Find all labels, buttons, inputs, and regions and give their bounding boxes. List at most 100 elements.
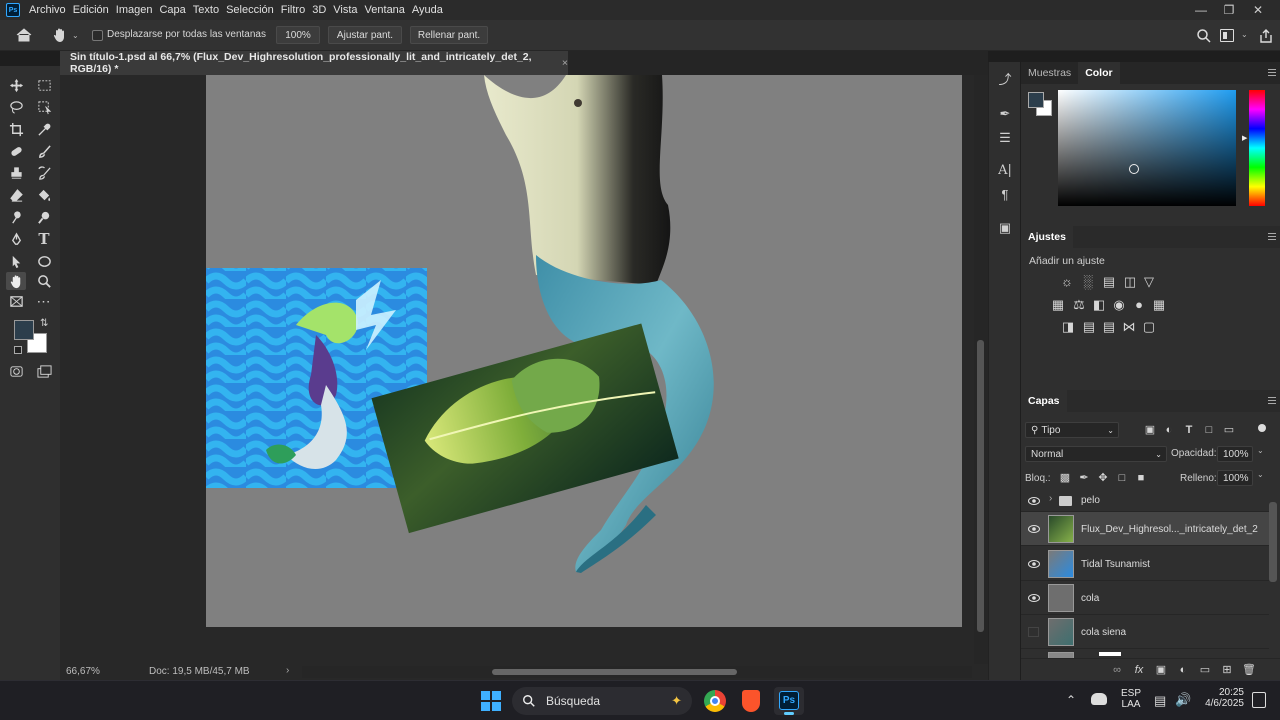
threshold-adjust-icon[interactable]: ▤	[1101, 320, 1117, 334]
tab-swatches[interactable]: Muestras	[1021, 62, 1078, 84]
menu-edicion[interactable]: Edición	[72, 0, 115, 20]
scroll-all-checkbox[interactable]	[92, 30, 103, 41]
eraser-tool-icon[interactable]	[6, 186, 26, 204]
link-layers-icon[interactable]: ∞	[1109, 663, 1125, 677]
adjustments-menu-icon[interactable]	[1268, 233, 1276, 240]
filter-shape-icon[interactable]: □	[1201, 423, 1217, 437]
gradient-map-icon[interactable]: ▢	[1141, 320, 1157, 334]
share-icon[interactable]	[1258, 28, 1274, 44]
scroll-thumb[interactable]	[977, 340, 984, 632]
tab-capas[interactable]: Capas	[1021, 390, 1067, 412]
color-balance-icon[interactable]: ⚖	[1071, 298, 1087, 312]
paint-bucket-icon[interactable]	[34, 186, 54, 204]
quick-mask-icon[interactable]	[6, 362, 26, 380]
lock-artboard-icon[interactable]: □	[1114, 471, 1130, 485]
tray-overflow-icon[interactable]: ⌃	[1066, 693, 1076, 707]
layer-row-cola-siena[interactable]: cola siena	[1021, 615, 1269, 649]
restore-icon[interactable]: ❐	[1214, 0, 1244, 20]
black-white-icon[interactable]: ◧	[1091, 298, 1107, 312]
taskbar-search[interactable]: Búsqueda ✦	[512, 687, 692, 715]
color-panel-menu-icon[interactable]	[1268, 69, 1276, 76]
smudge-tool-icon[interactable]	[6, 208, 26, 226]
hand-tool-active-icon[interactable]	[6, 272, 26, 290]
frame-tool-icon[interactable]	[6, 292, 26, 310]
lock-transparent-icon[interactable]: ▩	[1057, 471, 1073, 485]
notifications-icon[interactable]	[1252, 692, 1266, 708]
menu-seleccion[interactable]: Selección	[225, 0, 280, 20]
tool-preset-chevron-icon[interactable]: ⌄	[72, 31, 79, 40]
visibility-hidden-box[interactable]	[1028, 627, 1039, 637]
more-tools-icon[interactable]: ⋯	[34, 292, 54, 310]
libraries-panel-icon[interactable]: ▣	[995, 218, 1015, 238]
new-group-icon[interactable]: ▭	[1197, 663, 1213, 677]
zoom-tool-icon[interactable]	[34, 272, 54, 290]
zoom-100-button[interactable]: 100%	[276, 26, 320, 44]
close-document-icon[interactable]: ×	[562, 57, 568, 69]
menu-texto[interactable]: Texto	[192, 0, 225, 20]
close-window-icon[interactable]: ✕	[1243, 0, 1273, 20]
swap-colors-icon[interactable]: ⇅	[40, 318, 48, 329]
brush-tool-icon[interactable]	[34, 142, 54, 160]
clone-stamp-icon[interactable]	[6, 164, 26, 182]
menu-vista[interactable]: Vista	[332, 0, 363, 20]
hue-slider[interactable]	[1249, 90, 1265, 206]
pen-tool-icon[interactable]	[6, 230, 26, 248]
layer-row-pelo[interactable]: › pelo	[1021, 490, 1269, 512]
document-canvas[interactable]	[206, 75, 962, 627]
document-tab[interactable]: Sin título-1.psd al 66,7% (Flux_Dev_High…	[60, 51, 568, 75]
selective-color-icon[interactable]: ⋈	[1121, 320, 1137, 334]
language-indicator[interactable]: ESP LAA	[1120, 688, 1142, 710]
default-colors-icon[interactable]	[14, 346, 22, 354]
layer-row-flux[interactable]: Flux_Dev_Highresol..._intricately_det_2	[1021, 512, 1269, 546]
color-field[interactable]	[1058, 90, 1236, 206]
color-lookup-icon[interactable]: ▦	[1151, 298, 1167, 312]
paragraph-panel-icon[interactable]: ¶	[995, 184, 1015, 204]
layer-row-partial[interactable]	[1021, 649, 1269, 658]
lock-pixels-icon[interactable]: ✒	[1076, 471, 1092, 485]
workspace[interactable]	[60, 75, 974, 665]
filter-toggle-icon[interactable]	[1258, 424, 1266, 432]
filter-pixel-icon[interactable]: ▣	[1142, 423, 1158, 437]
type-tool-icon[interactable]: T	[34, 230, 54, 248]
filter-smart-icon[interactable]: ▭	[1221, 423, 1237, 437]
invert-adjust-icon[interactable]: ◨	[1060, 320, 1076, 334]
filter-adjust-icon[interactable]: ◐	[1161, 423, 1177, 437]
exposure-adjust-icon[interactable]: ◫	[1122, 275, 1138, 289]
tab-ajustes[interactable]: Ajustes	[1021, 226, 1073, 248]
delete-layer-icon[interactable]: 🗑	[1241, 663, 1257, 677]
ellipse-tool-icon[interactable]	[34, 252, 54, 270]
menu-archivo[interactable]: Archivo	[28, 0, 72, 20]
color-picker-cursor[interactable]	[1129, 164, 1139, 174]
windows-start-icon[interactable]	[481, 691, 501, 711]
discord-icon[interactable]	[1091, 693, 1107, 705]
tab-color[interactable]: Color	[1078, 62, 1120, 84]
history-panel-icon[interactable]: ⤴	[995, 68, 1015, 88]
clock[interactable]: 20:25 4/6/2025	[1198, 687, 1244, 709]
add-mask-icon[interactable]: ▣	[1153, 663, 1169, 677]
layer-filter-select[interactable]: ⚲ Tipo ⌄	[1025, 422, 1119, 438]
healing-brush-icon[interactable]	[6, 142, 26, 160]
foreground-color-swatch[interactable]	[14, 320, 34, 340]
menu-imagen[interactable]: Imagen	[115, 0, 159, 20]
filter-type-icon[interactable]: T	[1181, 423, 1197, 437]
properties-panel-icon[interactable]: ☰	[995, 128, 1015, 148]
menu-ayuda[interactable]: Ayuda	[411, 0, 449, 20]
menu-filtro[interactable]: Filtro	[280, 0, 311, 20]
chrome-icon[interactable]	[704, 690, 726, 712]
volume-icon[interactable]: 🔊	[1175, 692, 1191, 708]
new-fill-layer-icon[interactable]: ◐	[1175, 663, 1191, 677]
workspace-icon[interactable]	[1220, 29, 1234, 42]
new-layer-icon[interactable]: ⊞	[1219, 663, 1235, 677]
screen-mode-icon[interactable]	[34, 362, 54, 380]
photo-filter-icon[interactable]: ◉	[1111, 298, 1127, 312]
layer-row-tidal[interactable]: Tidal Tsunamist	[1021, 547, 1269, 581]
lock-all-icon[interactable]: ■	[1133, 471, 1149, 485]
photoshop-taskbar-button[interactable]: Ps	[774, 687, 804, 715]
opacity-input[interactable]: 100%	[1217, 446, 1253, 462]
history-brush-icon[interactable]	[34, 164, 54, 182]
menu-ventana[interactable]: Ventana	[364, 0, 411, 20]
horizontal-scrollbar[interactable]	[302, 666, 972, 678]
fx-icon[interactable]: fx	[1131, 663, 1147, 677]
visibility-eye-icon[interactable]	[1028, 524, 1040, 534]
vertical-scrollbar-track[interactable]	[974, 75, 988, 665]
